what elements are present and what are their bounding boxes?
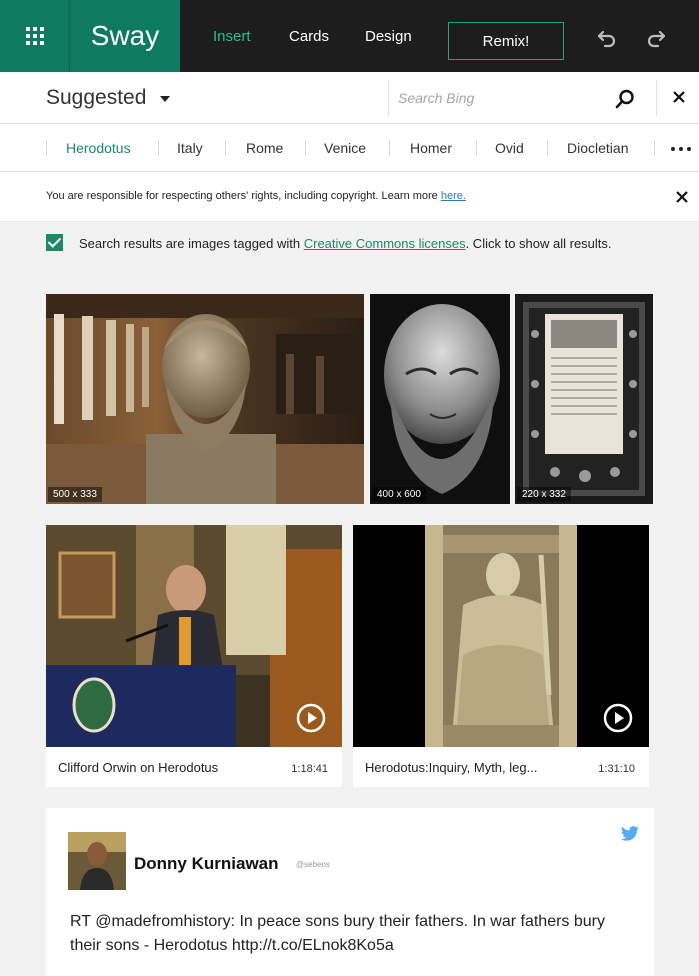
source-dropdown-label: Suggested [46, 86, 147, 109]
remix-button[interactable]: Remix! [448, 22, 564, 60]
topic-herodotus[interactable]: Herodotus [66, 140, 131, 156]
image-dimensions: 500 x 333 [48, 487, 102, 502]
search-bar: Suggested [0, 72, 699, 124]
manuscript-image [515, 294, 653, 504]
tab-insert[interactable]: Insert [213, 0, 251, 72]
divider [46, 140, 47, 156]
topic-italy[interactable]: Italy [177, 140, 203, 156]
topic-homer[interactable]: Homer [410, 140, 452, 156]
video-title: Clifford Orwin on Herodotus [58, 760, 219, 775]
topic-rome[interactable]: Rome [246, 140, 283, 156]
video-duration: 1:18:41 [291, 763, 328, 775]
tab-design[interactable]: Design [365, 0, 412, 72]
play-icon[interactable] [603, 703, 633, 733]
divider [388, 80, 389, 116]
video-result[interactable]: Herodotus:Inquiry, Myth, leg... 1:31:10 [353, 525, 649, 787]
cc-text-after: . Click to show all results. [465, 236, 612, 251]
bust-colonnade-image [46, 294, 364, 504]
divider [656, 80, 657, 116]
cc-licenses-link[interactable]: Creative Commons licenses [304, 236, 466, 251]
cc-text-before: Search results are images tagged with [79, 236, 304, 251]
topic-venice[interactable]: Venice [324, 140, 366, 156]
topic-diocletian[interactable]: Diocletian [567, 140, 628, 156]
app-name: Sway [70, 0, 180, 72]
notice-text: You are responsible for respecting other… [46, 190, 441, 202]
undo-icon[interactable] [596, 28, 618, 48]
source-dropdown[interactable]: Suggested [46, 86, 171, 110]
divider [225, 140, 226, 156]
creative-commons-filter: Search results are images tagged with Cr… [46, 234, 666, 254]
image-result[interactable]: 400 x 600 [370, 294, 510, 504]
image-result[interactable]: 220 x 332 [515, 294, 653, 504]
close-icon[interactable] [670, 88, 688, 106]
search-icon[interactable] [614, 88, 636, 110]
apps-grid-button[interactable] [0, 0, 70, 72]
divider [389, 140, 390, 156]
divider [476, 140, 477, 156]
topic-ovid[interactable]: Ovid [495, 140, 524, 156]
more-icon[interactable] [670, 146, 692, 152]
divider [158, 140, 159, 156]
avatar [68, 832, 126, 890]
tweet-handle[interactable]: @sebens [296, 860, 330, 869]
image-dimensions: 220 x 332 [517, 487, 571, 502]
play-icon[interactable] [296, 703, 326, 733]
topic-suggestions: Herodotus Italy Rome Venice Homer Ovid D… [0, 124, 699, 172]
image-dimensions: 400 x 600 [372, 487, 426, 502]
video-duration: 1:31:10 [598, 763, 635, 775]
divider [547, 140, 548, 156]
divider [654, 140, 655, 156]
video-result[interactable]: Clifford Orwin on Herodotus 1:18:41 [46, 525, 342, 787]
copyright-notice: You are responsible for respecting other… [0, 172, 699, 222]
video-title: Herodotus:Inquiry, Myth, leg... [365, 760, 538, 775]
learn-more-link[interactable]: here. [441, 190, 466, 202]
cc-checkbox[interactable] [46, 234, 63, 251]
search-input[interactable] [398, 84, 598, 112]
divider [305, 140, 306, 156]
tweet-author[interactable]: Donny Kurniawan [134, 854, 279, 874]
tab-cards[interactable]: Cards [289, 0, 329, 72]
tweet-card[interactable]: Donny Kurniawan @sebens RT @madefromhist… [46, 808, 654, 976]
close-icon[interactable] [675, 190, 689, 204]
twitter-bird-icon [620, 826, 639, 841]
tweet-text: RT @madefromhistory: In peace sons bury … [70, 913, 605, 954]
apps-grid-icon [25, 27, 44, 45]
bust-bw-image [370, 294, 510, 504]
image-result[interactable]: 500 x 333 [46, 294, 364, 504]
top-bar: Sway Insert Cards Design Remix! [0, 0, 699, 72]
redo-icon[interactable] [645, 28, 667, 48]
results-panel: Search results are images tagged with Cr… [0, 222, 699, 976]
chevron-down-icon [160, 96, 171, 102]
